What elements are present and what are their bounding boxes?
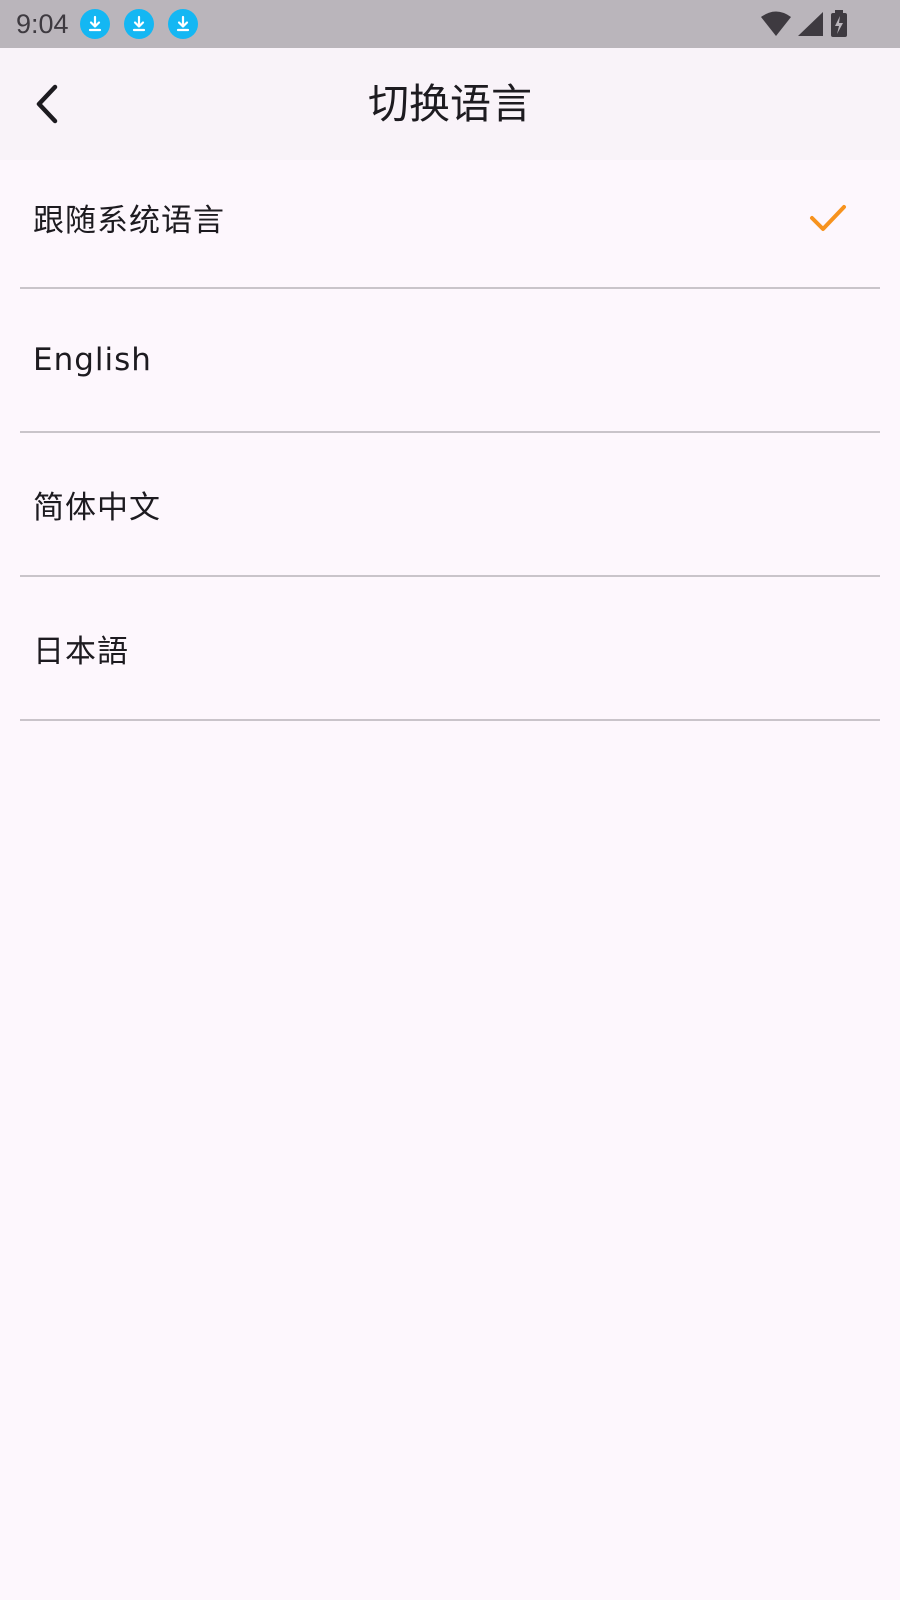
language-list: 跟随系统语言 English 简体中文 日本語 <box>20 160 880 721</box>
language-item-english[interactable]: English <box>20 289 880 433</box>
page-title: 切换语言 <box>368 80 532 128</box>
language-label: 日本語 <box>33 633 129 670</box>
check-icon <box>810 205 846 231</box>
download-icon <box>167 9 198 39</box>
app-bar: 切换语言 <box>0 48 900 160</box>
language-label: English <box>33 342 152 378</box>
language-item-simplified-chinese[interactable]: 简体中文 <box>20 433 880 577</box>
status-icons <box>760 10 850 38</box>
cellular-signal-icon <box>798 12 823 36</box>
status-bar: 9:04 <box>0 0 900 48</box>
language-label: 简体中文 <box>33 489 161 526</box>
status-time: 9:04 <box>16 8 69 39</box>
language-item-system[interactable]: 跟随系统语言 <box>20 160 880 289</box>
download-icon <box>79 9 110 39</box>
download-icon <box>123 9 154 39</box>
wifi-icon <box>761 11 791 36</box>
language-label: 跟随系统语言 <box>33 203 225 239</box>
battery-charging-icon <box>831 10 847 37</box>
language-item-japanese[interactable]: 日本語 <box>20 577 880 721</box>
